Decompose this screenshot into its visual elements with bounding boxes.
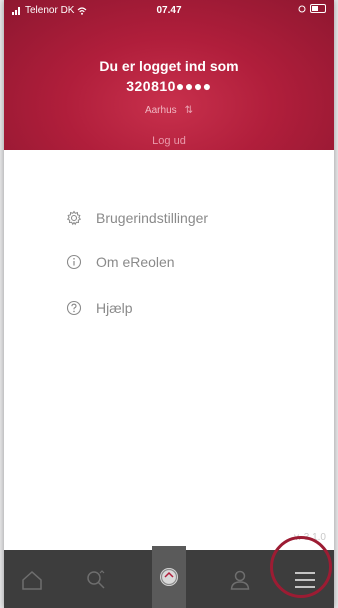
search-icon: [87, 570, 105, 589]
home-icon: [22, 570, 42, 590]
location-icon: [298, 5, 306, 12]
status-right: [298, 4, 326, 13]
highlight-circle: [270, 536, 332, 598]
logged-in-label: Du er logget ind som: [99, 58, 239, 74]
battery-icon: [310, 4, 326, 13]
menu-item-label: Om eReolen: [96, 254, 175, 270]
gear-icon: [66, 210, 82, 226]
account-header: Telenor DK 07.47 Du er logget ind som 32…: [4, 0, 334, 150]
library-selector[interactable]: Aarhus ⇅: [4, 105, 334, 116]
status-time: 07.47: [156, 5, 182, 16]
menu-item-settings[interactable]: Brugerindstillinger: [66, 206, 208, 230]
tab-app-logo[interactable]: [152, 546, 186, 608]
library-name: Aarhus: [144, 105, 177, 116]
status-bar: Telenor DK 07.47: [4, 0, 334, 20]
tab-profile[interactable]: [220, 560, 260, 600]
menu-item-label: Brugerindstillinger: [96, 210, 209, 226]
app-logo-icon: [160, 568, 178, 586]
menu-item-help[interactable]: Hjælp: [66, 296, 133, 320]
swap-icon: ⇅: [184, 105, 194, 116]
info-icon: [66, 254, 82, 270]
user-icon: [230, 570, 250, 590]
tab-search[interactable]: [76, 560, 116, 600]
phone-screen: Telenor DK 07.47 Du er logget ind som 32…: [4, 0, 334, 608]
tab-home[interactable]: [12, 560, 52, 600]
menu-item-label: Hjælp: [96, 300, 133, 316]
help-icon: [66, 300, 82, 316]
logout-button[interactable]: Log ud: [4, 135, 334, 147]
menu-item-about[interactable]: Om eReolen: [66, 250, 175, 274]
user-id: 320810●●●●: [126, 78, 212, 94]
